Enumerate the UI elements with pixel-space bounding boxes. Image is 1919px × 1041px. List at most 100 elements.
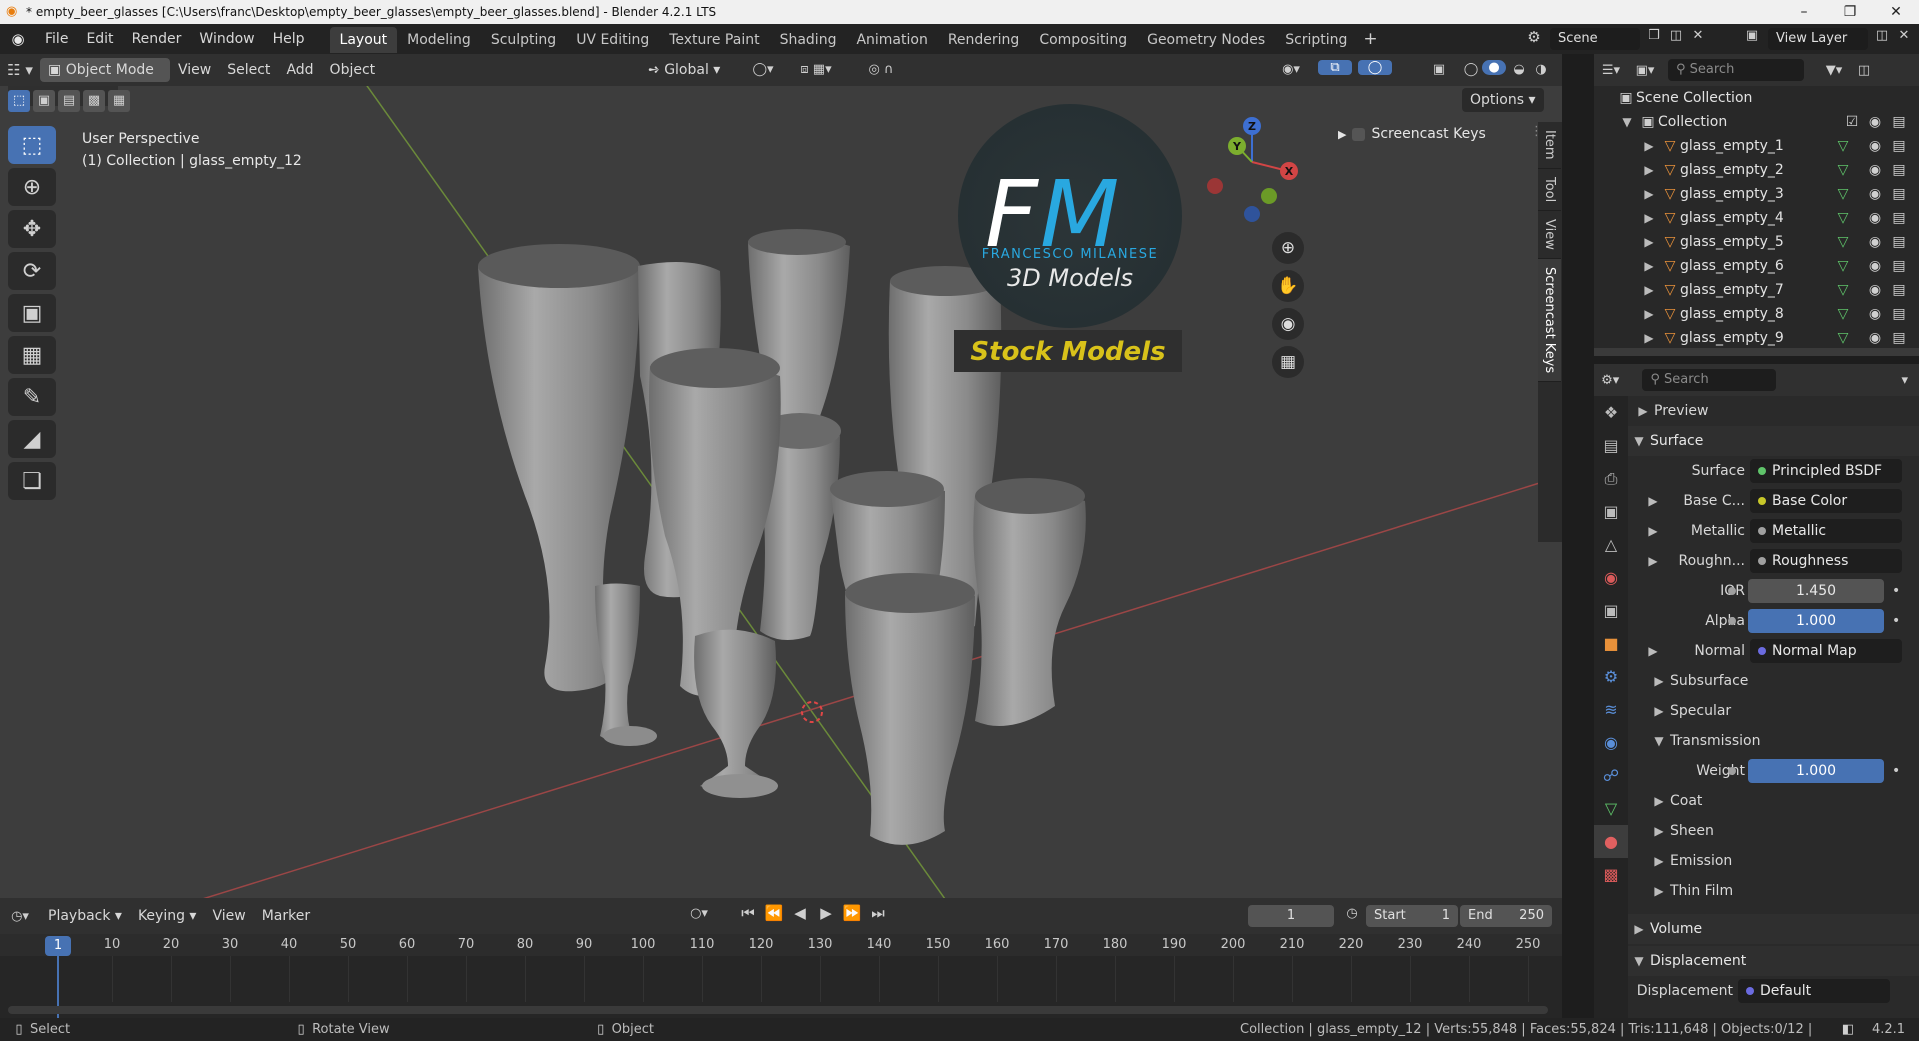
mesh-data-icon[interactable]: ▽ xyxy=(1834,330,1852,346)
roughness-field[interactable]: Roughness xyxy=(1750,549,1902,573)
physics-tab-icon[interactable]: ◉ xyxy=(1594,726,1628,759)
menu-help[interactable]: Help xyxy=(264,24,314,54)
select-extend-icon[interactable]: ▣ xyxy=(33,90,55,112)
visibility-icon[interactable]: ◉▾ xyxy=(1276,62,1306,77)
specular-section[interactable]: ▶ Specular xyxy=(1628,696,1919,726)
xray-icon[interactable]: ▣ xyxy=(1428,62,1450,77)
jump-end-icon[interactable]: ⏭ xyxy=(866,904,890,922)
camera-view-icon[interactable]: ◉ xyxy=(1272,308,1304,340)
chevron-right-icon[interactable]: ▶ xyxy=(1638,211,1660,225)
collection-row[interactable]: ▼ ▣ Collection ☑ ◉ ▤ xyxy=(1594,110,1919,134)
menu-view[interactable]: View xyxy=(170,58,219,82)
chevron-right-icon[interactable]: ▶ xyxy=(1638,283,1660,297)
view-layer-icon[interactable]: ▣ xyxy=(1740,28,1764,43)
outliner-item[interactable]: ▶ ▽ glass_empty_4 ▽ ◉ ▤ xyxy=(1594,206,1919,230)
displacement-section[interactable]: ▼ Displacement xyxy=(1628,946,1919,976)
mesh-data-icon[interactable]: ▽ xyxy=(1834,162,1852,178)
mesh-data-icon[interactable]: ▽ xyxy=(1834,306,1852,322)
chevron-right-icon[interactable]: ▶ xyxy=(1642,524,1664,538)
eye-icon[interactable]: ◉ xyxy=(1866,330,1884,346)
chevron-right-icon[interactable]: ▶ xyxy=(1638,139,1660,153)
camera-icon[interactable]: ▤ xyxy=(1890,258,1908,274)
mesh-data-icon[interactable]: ▽ xyxy=(1834,282,1852,298)
eye-icon[interactable]: ◉ xyxy=(1866,210,1884,226)
exclude-checkbox-icon[interactable]: ☑ xyxy=(1844,114,1860,130)
pan-hand-icon[interactable]: ✋ xyxy=(1272,270,1304,302)
weight-field[interactable]: 1.000 xyxy=(1748,759,1884,783)
view-layer-tab-icon[interactable]: ▣ xyxy=(1594,495,1628,528)
menu-window[interactable]: Window xyxy=(190,24,263,54)
workspace-tab-sculpting[interactable]: Sculpting xyxy=(481,27,566,53)
camera-icon[interactable]: ▤ xyxy=(1890,162,1908,178)
emission-section[interactable]: ▶ Emission xyxy=(1628,846,1919,876)
annotate-tool-icon[interactable]: ✎ xyxy=(8,378,56,416)
tool-tab-icon[interactable]: ❖ xyxy=(1594,396,1628,429)
camera-icon[interactable]: ▤ xyxy=(1890,210,1908,226)
select-subtract-icon[interactable]: ▤ xyxy=(58,90,80,112)
maximize-icon[interactable]: ❐ xyxy=(1827,0,1873,24)
new-view-layer-icon[interactable]: ◫ xyxy=(1872,28,1892,43)
screencast-keys-checkbox[interactable] xyxy=(1352,127,1366,141)
outliner-editor-type-icon[interactable]: ☰▾ xyxy=(1594,63,1628,78)
keyframe-dot-icon[interactable]: • xyxy=(1892,763,1900,779)
delete-scene-icon[interactable]: ✕ xyxy=(1688,28,1708,43)
outliner-scrollbar[interactable] xyxy=(1594,348,1919,356)
3d-viewport[interactable]: F M FRANCESCO MILANESE 3D Models Stock M… xyxy=(0,86,1562,898)
workspace-tab-shading[interactable]: Shading xyxy=(770,27,847,53)
blender-menu-icon[interactable]: ◉ xyxy=(0,30,36,48)
world-tab-icon[interactable]: ◉ xyxy=(1594,561,1628,594)
options-dropdown[interactable]: Options ▾ xyxy=(1462,88,1544,112)
ortho-toggle-icon[interactable]: ▦ xyxy=(1272,346,1304,378)
properties-editor-type-icon[interactable]: ⚙▾ xyxy=(1594,373,1626,388)
output-tab-icon[interactable]: ⎙ xyxy=(1594,462,1628,495)
particles-tab-icon[interactable]: ≋ xyxy=(1594,693,1628,726)
snap-icon[interactable]: ⧈ ▦▾ xyxy=(786,62,846,77)
outliner-item[interactable]: ▶ ▽ glass_empty_6 ▽ ◉ ▤ xyxy=(1594,254,1919,278)
timeline[interactable]: 10 20 30 40 50 60 70 80 90 100 110 120 130 140 150 160 1… xyxy=(0,934,1562,1018)
select-new-icon[interactable]: ⬚ xyxy=(8,90,30,112)
chevron-right-icon[interactable]: ▶ xyxy=(1638,307,1660,321)
area-divider[interactable] xyxy=(1562,54,1594,1018)
eye-icon[interactable]: ◉ xyxy=(1866,162,1884,178)
outliner-item[interactable]: ▶ ▽ glass_empty_3 ▽ ◉ ▤ xyxy=(1594,182,1919,206)
sheen-section[interactable]: ▶ Sheen xyxy=(1628,816,1919,846)
delete-view-layer-icon[interactable]: ✕ xyxy=(1894,28,1914,43)
workspace-tab-layout[interactable]: Layout xyxy=(329,27,398,53)
filter-icon[interactable]: ▼▾ xyxy=(1814,63,1854,78)
select-invert-icon[interactable]: ▩ xyxy=(83,90,105,112)
cursor-tool-icon[interactable]: ⊕ xyxy=(8,168,56,206)
ior-field[interactable]: 1.450 xyxy=(1748,579,1884,603)
chevron-right-icon[interactable]: ▶ xyxy=(1638,259,1660,273)
zoom-icon[interactable]: ⊕ xyxy=(1272,232,1304,264)
eye-icon[interactable]: ◉ xyxy=(1866,234,1884,250)
menu-edit[interactable]: Edit xyxy=(77,24,122,54)
normal-field[interactable]: Normal Map xyxy=(1750,639,1902,663)
render-tab-icon[interactable]: ▤ xyxy=(1594,429,1628,462)
display-mode-icon[interactable]: ▣▾ xyxy=(1628,63,1662,78)
volume-section[interactable]: ▶ Volume xyxy=(1628,914,1919,944)
timeline-scrollbar[interactable] xyxy=(8,1006,1548,1014)
mesh-data-icon[interactable]: ▽ xyxy=(1834,234,1852,250)
collection-tab-icon[interactable]: ▣ xyxy=(1594,594,1628,627)
menu-select[interactable]: Select xyxy=(219,58,278,82)
outliner-item[interactable]: ▶ ▽ glass_empty_5 ▽ ◉ ▤ xyxy=(1594,230,1919,254)
scene-selector[interactable]: Scene xyxy=(1550,28,1640,50)
camera-icon[interactable]: ▤ xyxy=(1890,306,1908,322)
chevron-right-icon[interactable]: ▶ xyxy=(1642,644,1664,658)
pivot-icon[interactable]: ◯▾ xyxy=(748,62,778,77)
jump-start-icon[interactable]: ⏮ xyxy=(736,904,760,922)
close-icon[interactable]: ✕ xyxy=(1873,0,1919,24)
add-workspace-icon[interactable]: + xyxy=(1357,29,1383,49)
play-icon[interactable]: ▶ xyxy=(814,904,838,922)
gizmo-neg-x-icon[interactable] xyxy=(1207,178,1223,194)
play-reverse-icon[interactable]: ◀ xyxy=(788,904,812,922)
eye-icon[interactable]: ◉ xyxy=(1866,138,1884,154)
end-frame-field[interactable]: End 250 xyxy=(1460,905,1552,927)
eye-icon[interactable]: ◉ xyxy=(1866,282,1884,298)
outliner-item[interactable]: ▶ ▽ glass_empty_8 ▽ ◉ ▤ xyxy=(1594,302,1919,326)
chevron-right-icon[interactable]: ▶ xyxy=(1642,494,1664,508)
workspace-tab-uv-editing[interactable]: UV Editing xyxy=(566,27,659,53)
camera-icon[interactable]: ▤ xyxy=(1890,138,1908,154)
chevron-right-icon[interactable]: ▶ xyxy=(1642,554,1664,568)
mesh-data-icon[interactable]: ▽ xyxy=(1834,210,1852,226)
